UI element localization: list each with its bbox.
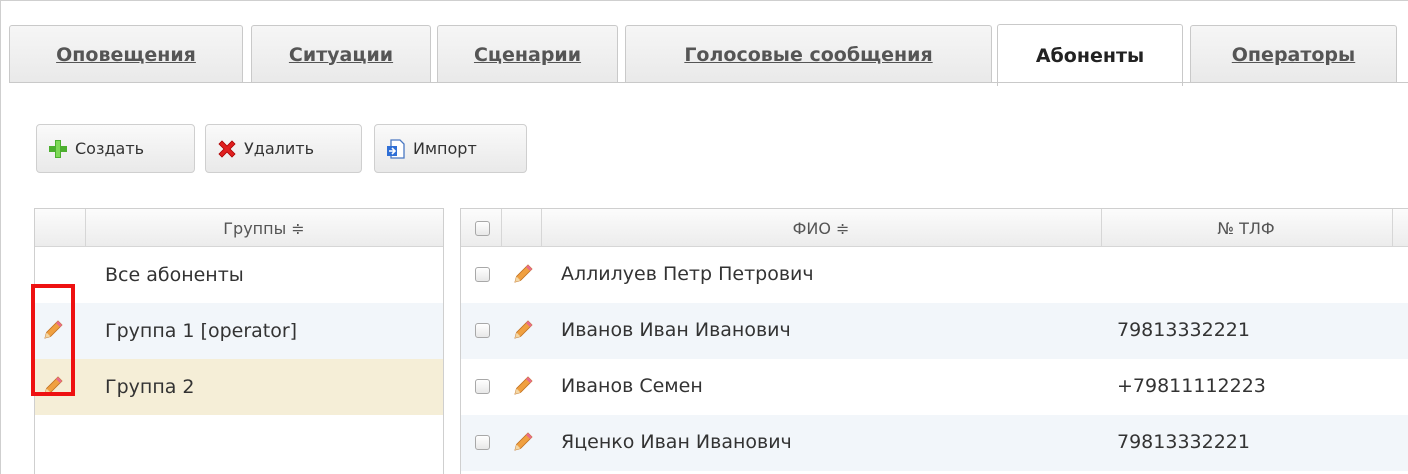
subscriber-row[interactable]: Яценко Иван Иванович 79813332221	[461, 415, 1408, 471]
group-row[interactable]: Группа 1 [operator]	[35, 303, 443, 359]
tab-operators[interactable]: Операторы	[1190, 25, 1397, 83]
subscriber-row[interactable]: Аллилуев Петр Петрович	[461, 247, 1408, 303]
subscriber-name: Яценко Иван Иванович	[561, 431, 792, 453]
tab-subscribers[interactable]: Абоненты	[997, 24, 1183, 86]
phone-header[interactable]: № ТЛФ	[1101, 209, 1391, 247]
subscriber-name: Иванов Семен	[561, 375, 703, 397]
groups-sort-header[interactable]: Группы ≑	[85, 209, 443, 247]
import-button-label: Импорт	[413, 139, 477, 158]
row-checkbox[interactable]	[475, 435, 490, 450]
document-import-icon	[387, 138, 405, 159]
group-row[interactable]: Все абоненты	[35, 247, 443, 303]
group-label: Группа 1 [operator]	[105, 320, 298, 342]
subscriber-name: Иванов Иван Иванович	[561, 319, 791, 341]
group-label: Группа 2	[105, 376, 195, 398]
subscribers-header: ФИО ≑ № ТЛФ	[461, 209, 1408, 247]
create-button[interactable]: Создать	[36, 124, 195, 173]
tab-alerts[interactable]: Оповещения	[9, 25, 243, 83]
tab-scenarios[interactable]: Сценарии	[437, 25, 618, 83]
delete-button[interactable]: Удалить	[205, 124, 362, 173]
pencil-icon[interactable]	[511, 318, 535, 342]
subscriber-phone: +79811112223	[1117, 375, 1266, 397]
row-checkbox[interactable]	[475, 267, 490, 282]
red-x-icon	[218, 139, 236, 158]
row-checkbox[interactable]	[475, 323, 490, 338]
subscriber-phone: 79813332221	[1117, 431, 1250, 453]
delete-button-label: Удалить	[244, 139, 314, 158]
header-divider	[1392, 209, 1393, 247]
group-label: Все абоненты	[105, 264, 244, 286]
subscribers-grid: ФИО ≑ № ТЛФ Аллилуев Петр Петрович Ивано…	[460, 208, 1408, 474]
subscriber-name: Аллилуев Петр Петрович	[561, 263, 814, 285]
group-row-selected[interactable]: Группа 2	[35, 359, 443, 415]
green-plus-icon	[49, 139, 67, 158]
select-all-checkbox[interactable]	[475, 221, 490, 236]
tab-divider	[9, 82, 1408, 83]
create-button-label: Создать	[75, 139, 145, 158]
header-divider	[501, 209, 502, 247]
import-button[interactable]: Импорт	[374, 124, 527, 173]
subscriber-row[interactable]: Иванов Семен +79811112223	[461, 359, 1408, 415]
groups-grid: Группы ≑ Все абоненты Группа 1 [operator…	[34, 208, 444, 474]
pencil-icon[interactable]	[511, 374, 535, 398]
pencil-icon[interactable]	[511, 262, 535, 286]
tab-voice-messages[interactable]: Голосовые сообщения	[625, 25, 992, 83]
row-checkbox[interactable]	[475, 379, 490, 394]
tab-situations[interactable]: Ситуации	[251, 25, 431, 83]
groups-header: Группы ≑	[35, 209, 443, 247]
tab-bar: Оповещения Ситуации Сценарии Голосовые с…	[0, 0, 1408, 90]
highlight-box	[31, 284, 75, 396]
fio-sort-header[interactable]: ФИО ≑	[541, 209, 1101, 247]
pencil-icon[interactable]	[511, 430, 535, 454]
subscriber-row[interactable]: Иванов Иван Иванович 79813332221	[461, 303, 1408, 359]
subscriber-phone: 79813332221	[1117, 319, 1250, 341]
